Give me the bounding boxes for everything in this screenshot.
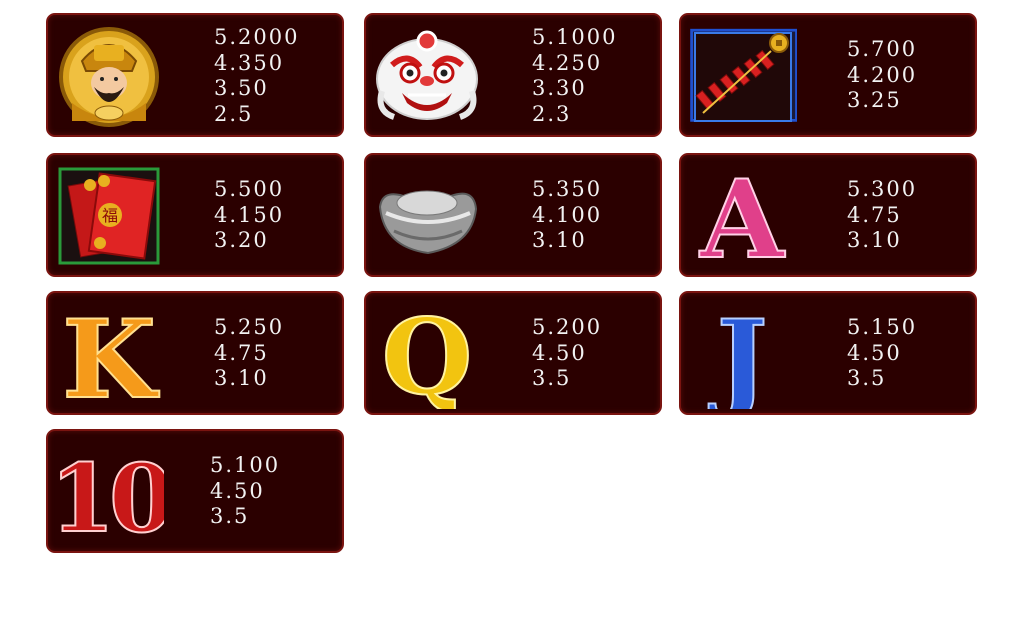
paytable-card-god-of-wealth: 5.2000 4.350 3.50 2.5 [46,13,344,137]
number-ten-icon: 10 [54,437,164,547]
paytable-card-letter-k: K 5.250 4.75 3.10 [46,291,344,415]
paytable-card-firecrackers: 5.700 4.200 3.25 [679,13,977,137]
svg-text:J: J [708,299,767,409]
payout-list: 5.700 4.200 3.25 [847,37,917,114]
payout-list: 5.100 4.50 3.5 [210,453,280,530]
payout-line: 4.75 [214,340,269,365]
payout-line: 3.5 [532,366,572,390]
svg-text:K: K [62,299,160,409]
payout-line: 3.25 [847,88,902,112]
svg-text:福: 福 [102,206,118,225]
payout-line: 4.200 [847,62,918,87]
payout-list: 5.250 4.75 3.10 [214,315,284,392]
payout-line: 5.500 [214,177,285,201]
payout-line: 4.350 [214,50,285,75]
silver-ingot-icon [372,161,482,271]
payout-line: 5.350 [532,177,603,201]
payout-line: 3.30 [532,76,587,100]
payout-list: 5.500 4.150 3.20 [214,177,284,254]
payout-line: 5.100 [210,453,281,477]
payout-line: 5.2000 [214,25,300,49]
firecrackers-icon [687,21,797,131]
payout-list: 5.1000 4.250 3.30 2.3 [532,25,617,127]
payout-line: 3.20 [214,228,269,252]
payout-line: 4.50 [210,478,265,503]
payout-line: 5.200 [532,315,603,339]
letter-k-icon: K [54,299,164,409]
payout-line: 5.1000 [532,25,618,49]
svg-text:A: A [699,161,786,271]
payout-line: 4.50 [847,340,902,365]
red-envelope-icon: 福 [54,161,164,271]
payout-line: 4.150 [214,202,285,227]
payout-line: 4.250 [532,50,603,75]
payout-line: 3.10 [532,228,587,252]
payout-list: 5.350 4.100 3.10 [532,177,602,254]
payout-line: 5.700 [847,37,918,61]
payout-line: 2.3 [532,101,572,126]
payout-list: 5.2000 4.350 3.50 2.5 [214,25,299,127]
payout-line: 4.75 [847,202,902,227]
paytable-card-letter-a: A 5.300 4.75 3.10 [679,153,977,277]
letter-j-icon: J [687,299,797,409]
svg-text:Q: Q [382,299,473,409]
payout-list: 5.200 4.50 3.5 [532,315,602,392]
svg-text:10: 10 [54,444,164,547]
payout-line: 2.5 [214,101,254,126]
payout-line: 3.50 [214,76,269,100]
payout-line: 4.100 [532,202,603,227]
payout-line: 3.5 [847,366,887,390]
payout-list: 5.300 4.75 3.10 [847,177,917,254]
paytable-card-letter-j: J 5.150 4.50 3.5 [679,291,977,415]
payout-line: 4.50 [532,340,587,365]
payout-line: 5.250 [214,315,285,339]
paytable-card-lion-dance: 5.1000 4.250 3.30 2.3 [364,13,662,137]
payout-list: 5.150 4.50 3.5 [847,315,917,392]
letter-a-icon: A [687,161,797,271]
lion-dance-head-icon [372,21,482,131]
paytable-card-number-ten: 10 5.100 4.50 3.5 [46,429,344,553]
paytable-card-silver-ingot: 5.350 4.100 3.10 [364,153,662,277]
payout-line: 5.150 [847,315,918,339]
paytable-card-letter-q: Q 5.200 4.50 3.5 [364,291,662,415]
payout-line: 3.10 [847,228,902,252]
letter-q-icon: Q [372,299,482,409]
paytable-card-red-envelope: 福 5.500 4.150 3.20 [46,153,344,277]
payout-line: 3.5 [210,504,250,528]
payout-line: 5.300 [847,177,918,201]
god-of-wealth-icon [54,21,164,131]
payout-line: 3.10 [214,366,269,390]
